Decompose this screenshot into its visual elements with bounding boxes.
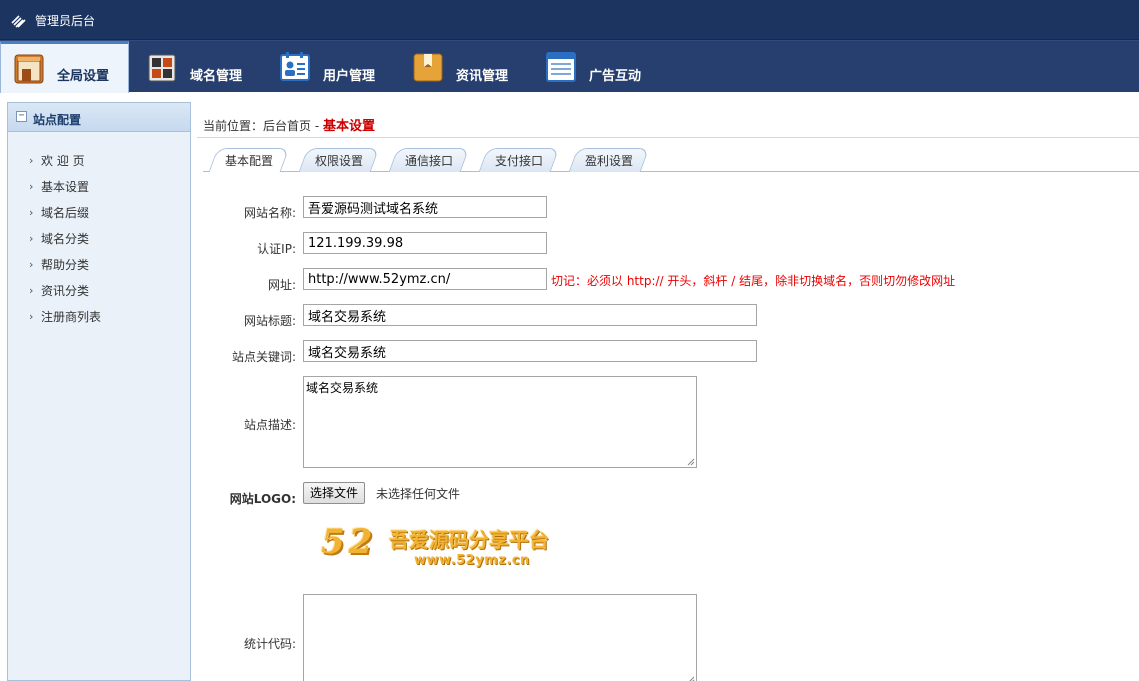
logo-label: 网站LOGO: — [229, 492, 296, 506]
sidebar: − 站点配置 › 欢 迎 页 › 基本设置 › 域名后缀 › 域名分类 › 帮助分类 › 资… — [7, 102, 191, 681]
logo-text: 吾爱源码分享平台 — [389, 528, 549, 552]
choose-file-button[interactable]: 选择文件 — [303, 482, 366, 504]
nav-tab-domain-management[interactable]: 域名管理 — [145, 41, 265, 93]
site-title-label: 网站标题: — [243, 314, 296, 328]
logo-number: 52 — [321, 522, 377, 562]
settings-tabs: 基本配置 权限设置 通信接口 支付接口 盈利设置 — [203, 148, 1139, 172]
auth-ip-input[interactable] — [303, 232, 547, 254]
tab-basic-config[interactable]: 基本配置 — [208, 148, 290, 173]
sidebar-item-label: 基本设置 — [41, 180, 90, 194]
nav-tab-user-management[interactable]: 用户管理 — [278, 41, 398, 93]
stats-code-textarea[interactable] — [303, 594, 697, 681]
chevron-right-icon: › — [29, 310, 34, 323]
resize-grip-icon[interactable] — [687, 676, 695, 681]
folder-icon — [413, 52, 443, 82]
sidebar-item-label: 资讯分类 — [41, 284, 90, 298]
main-content: 当前位置：后台首页 - 基本设置 基本配置 权限设置 通信接口 支付接口 盈利设… — [197, 102, 1139, 681]
nav-tab-ad-interaction[interactable]: 广告互动 — [544, 41, 664, 93]
description-label: 站点描述: — [243, 418, 296, 432]
nav-label: 用户管理 — [323, 69, 376, 84]
site-name-label: 网站名称: — [243, 206, 296, 220]
breadcrumb-current: 基本设置 — [322, 119, 375, 134]
nav-label: 资讯管理 — [456, 69, 509, 84]
keywords-label: 站点关键词: — [231, 350, 296, 364]
site-logo-preview: 52 吾爱源码分享平台 www.52ymz.cn — [321, 522, 571, 572]
stats-code-label: 统计代码: — [243, 637, 296, 651]
tab-payment-api[interactable]: 支付接口 — [478, 148, 560, 172]
sidebar-menu: › 欢 迎 页 › 基本设置 › 域名后缀 › 域名分类 › 帮助分类 › 资讯分类 › 注册… — [8, 132, 190, 330]
description-textarea[interactable]: 域名交易系统 — [303, 376, 697, 468]
sidebar-item-help-category[interactable]: › 帮助分类 — [8, 252, 190, 278]
tab-permission-settings[interactable]: 权限设置 — [298, 148, 380, 172]
tab-label: 支付接口 — [494, 154, 543, 168]
tab-label: 基本配置 — [224, 154, 273, 168]
sidebar-item-label: 注册商列表 — [41, 310, 102, 324]
nav-label: 域名管理 — [190, 69, 243, 84]
app-title: 管理员后台 — [35, 14, 96, 28]
collapse-icon[interactable]: − — [16, 111, 27, 122]
tab-label: 盈利设置 — [584, 154, 633, 168]
chevron-right-icon: › — [29, 180, 34, 193]
tab-label: 权限设置 — [314, 154, 363, 168]
chevron-right-icon: › — [29, 154, 34, 167]
nav-tab-news-management[interactable]: 资讯管理 — [411, 41, 531, 93]
sidebar-item-label: 帮助分类 — [41, 258, 90, 272]
nav-label: 广告互动 — [589, 69, 642, 84]
site-title-input[interactable] — [303, 304, 757, 326]
sidebar-item-domain-category[interactable]: › 域名分类 — [8, 226, 190, 252]
sidebar-item-label: 欢 迎 页 — [41, 154, 85, 168]
site-name-input[interactable] — [303, 196, 547, 218]
chevron-right-icon: › — [29, 232, 34, 245]
tab-profit-settings[interactable]: 盈利设置 — [568, 148, 650, 172]
user-card-icon — [280, 52, 310, 82]
sidebar-item-label: 域名分类 — [41, 232, 90, 246]
nav-tab-global-settings[interactable]: 全局设置 — [0, 41, 129, 93]
admin-logo-icon — [11, 15, 26, 28]
keywords-input[interactable] — [303, 340, 757, 362]
main-nav: 全局设置 域名管理 用户管理 资讯管理 广告互动 — [0, 40, 1139, 93]
sidebar-item-basic-settings[interactable]: › 基本设置 — [8, 174, 190, 200]
nav-label: 全局设置 — [57, 69, 110, 84]
url-warning-note: 切记：必须以 http:// 开头，斜杆 / 结尾，除非切换域名，否则切勿修改网… — [551, 274, 956, 288]
tab-label: 通信接口 — [404, 154, 453, 168]
sidebar-item-news-category[interactable]: › 资讯分类 — [8, 278, 190, 304]
sidebar-item-welcome[interactable]: › 欢 迎 页 — [8, 148, 190, 174]
resize-grip-icon[interactable] — [687, 458, 695, 466]
tab-communication-api[interactable]: 通信接口 — [388, 148, 470, 172]
auth-ip-label: 认证IP: — [257, 242, 296, 256]
chevron-right-icon: › — [29, 284, 34, 297]
notepad-icon — [546, 52, 576, 82]
file-status: 未选择任何文件 — [376, 487, 461, 501]
url-label: 网址: — [267, 278, 296, 292]
sidebar-item-registrar-list[interactable]: › 注册商列表 — [8, 304, 190, 330]
logo-url: www.52ymz.cn — [414, 553, 530, 568]
sidebar-header[interactable]: − 站点配置 — [8, 103, 190, 132]
cabinet-icon — [14, 54, 44, 84]
title-bar: 管理员后台 — [0, 0, 1139, 40]
divider — [197, 137, 1139, 138]
sidebar-item-label: 域名后缀 — [41, 206, 90, 220]
url-input[interactable] — [303, 268, 547, 290]
sidebar-item-domain-suffix[interactable]: › 域名后缀 — [8, 200, 190, 226]
breadcrumb: 当前位置：后台首页 - 基本设置 — [203, 115, 375, 134]
breadcrumb-prefix: 当前位置：后台首页 - — [203, 119, 323, 133]
chevron-right-icon: › — [29, 258, 34, 271]
grid-icon — [148, 54, 178, 84]
description-value: 域名交易系统 — [306, 381, 379, 395]
sidebar-title: 站点配置 — [33, 113, 82, 127]
chevron-right-icon: › — [29, 206, 34, 219]
